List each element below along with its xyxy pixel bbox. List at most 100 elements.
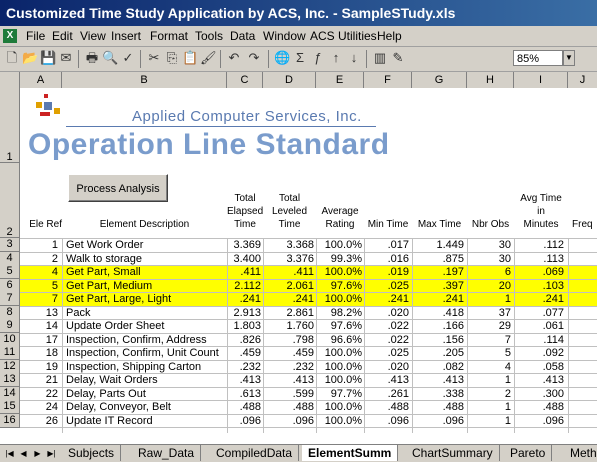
redo-icon[interactable]: ↷	[246, 50, 262, 66]
hyperlink-icon[interactable]: 🌐	[274, 50, 290, 66]
menu-acs-utilities[interactable]: ACS Utilities	[310, 29, 377, 43]
cell-max-time[interactable]: .241	[412, 293, 464, 306]
first-sheet-icon[interactable]: |◀	[4, 448, 15, 459]
chart-wizard-icon[interactable]: ▥	[372, 50, 388, 66]
cell-ele-ref[interactable]: 19	[20, 361, 58, 374]
cell-nbr-obs[interactable]: 2	[467, 388, 511, 401]
cell-total-elapsed[interactable]: .826	[227, 334, 261, 347]
cell-total-leveled[interactable]: .488	[263, 401, 314, 414]
new-icon[interactable]: 🗋	[4, 50, 20, 66]
row-header-5[interactable]: 5	[0, 265, 20, 279]
cell-max-time[interactable]: .082	[412, 361, 464, 374]
cell-description[interactable]: Get Part, Small	[66, 266, 226, 279]
row-header-1[interactable]: 1	[0, 88, 20, 163]
cell-total-elapsed[interactable]: .413	[227, 374, 261, 387]
cell-nbr-obs[interactable]: 4	[467, 361, 511, 374]
table-row[interactable]: 13 Pack 2.913 2.861 98.2% .020.418 37.077	[20, 307, 597, 320]
format-painter-icon[interactable]: 🖌	[200, 50, 217, 66]
cell-ele-ref[interactable]: 21	[20, 374, 58, 387]
cell-total-elapsed[interactable]: 2.112	[227, 280, 261, 293]
cell-nbr-obs[interactable]: 29	[467, 320, 511, 333]
col-header-h[interactable]: H	[467, 72, 514, 88]
cell-average-rating[interactable]: 97.7%	[316, 388, 362, 401]
cell-nbr-obs[interactable]: 20	[467, 280, 511, 293]
table-row[interactable]: 22 Delay, Parts Out .613.599 97.7% .261.338 2…	[20, 388, 597, 401]
sheet-tab-subjects[interactable]: Subjects	[62, 445, 122, 461]
cell-min-time[interactable]: .020	[364, 307, 409, 320]
cell-average-rating[interactable]: 96.6%	[316, 334, 362, 347]
row-header-15[interactable]: 15	[0, 400, 20, 414]
cell-nbr-obs[interactable]: 1	[467, 401, 511, 414]
cell-min-time[interactable]: .025	[364, 280, 409, 293]
cell-ele-ref[interactable]: 2	[20, 253, 58, 266]
row-header-9[interactable]: 9	[0, 319, 20, 333]
function-icon[interactable]: ƒ	[310, 50, 326, 66]
cell-total-leveled[interactable]: .798	[263, 334, 314, 347]
cell-average-rating[interactable]: 97.6%	[316, 320, 362, 333]
cell-ele-ref[interactable]: 5	[20, 280, 58, 293]
cell-ele-ref[interactable]: 4	[20, 266, 58, 279]
sort-descending-icon[interactable]: ↓	[346, 50, 362, 66]
cell-description[interactable]: Delay, Parts Out	[66, 388, 226, 401]
table-row[interactable]: 7 Get Part, Large, Light .241.241 100.0% .24…	[20, 293, 597, 306]
cell-total-leveled[interactable]: .599	[263, 388, 314, 401]
table-row[interactable]: 14 Update Order Sheet 1.803 1.760 97.6% .022.…	[20, 320, 597, 333]
table-row[interactable]: 17 Inspection, Confirm, Address .826.798 96…	[20, 334, 597, 347]
sheet-tab-chartsummary[interactable]: ChartSummary	[406, 445, 500, 461]
cell-total-elapsed[interactable]: .459	[227, 347, 261, 360]
sheet-tab-pareto[interactable]: Pareto	[504, 445, 553, 461]
cell-description[interactable]: Walk to storage	[66, 253, 226, 266]
cell-avg-time[interactable]: .077	[514, 307, 564, 320]
cell-avg-time[interactable]: .096	[514, 415, 564, 428]
sheet-tab-elementsumm[interactable]: ElementSumm	[302, 445, 399, 461]
menu-window[interactable]: Window	[263, 29, 306, 43]
cell-description[interactable]: Delay, Conveyor, Belt	[66, 401, 226, 414]
cell-max-time[interactable]: .875	[412, 253, 464, 266]
cell-average-rating[interactable]: 100.0%	[316, 401, 362, 414]
cell-average-rating[interactable]: 100.0%	[316, 347, 362, 360]
col-header-b[interactable]: B	[62, 72, 227, 88]
worksheet-grid[interactable]: Applied Computer Services, Inc. Operatio…	[20, 88, 597, 433]
cell-total-leveled[interactable]: .232	[263, 361, 314, 374]
cell-nbr-obs[interactable]: 6	[467, 266, 511, 279]
table-row[interactable]: 4 Get Part, Small .411.411 100.0% .019.197 6.…	[20, 266, 597, 279]
cell-avg-time[interactable]: .069	[514, 266, 564, 279]
cell-average-rating[interactable]: 100.0%	[316, 239, 362, 252]
cell-average-rating[interactable]: 100.0%	[316, 374, 362, 387]
menu-insert[interactable]: Insert	[111, 29, 141, 43]
table-row[interactable]: 2 Walk to storage 3.400 3.376 99.3% .016.875 3…	[20, 253, 597, 266]
cell-min-time[interactable]: .022	[364, 320, 409, 333]
table-row[interactable]: 1 Get Work Order 3.369 3.368 100.0% .017 1.449…	[20, 239, 597, 252]
col-header-f[interactable]: F	[364, 72, 412, 88]
cell-description[interactable]: Inspection, Confirm, Address	[66, 334, 226, 347]
menu-help[interactable]: Help	[377, 29, 402, 43]
cell-nbr-obs[interactable]: 5	[467, 347, 511, 360]
cell-min-time[interactable]: .413	[364, 374, 409, 387]
cell-max-time[interactable]: .413	[412, 374, 464, 387]
cell-total-leveled[interactable]: .096	[263, 415, 314, 428]
cell-average-rating[interactable]: 100.0%	[316, 266, 362, 279]
cell-ele-ref[interactable]: 7	[20, 293, 58, 306]
cell-total-elapsed[interactable]: 1.803	[227, 320, 261, 333]
cell-avg-time[interactable]: .300	[514, 388, 564, 401]
excel-icon[interactable]: X	[3, 29, 17, 43]
cell-total-leveled[interactable]: 2.861	[263, 307, 314, 320]
cell-total-leveled[interactable]: 2.061	[263, 280, 314, 293]
cell-min-time[interactable]: .488	[364, 401, 409, 414]
row-header-10[interactable]: 10	[0, 332, 20, 347]
table-row[interactable]: 26 Update IT Record .096.096 100.0% .096.096…	[20, 415, 597, 428]
cell-avg-time[interactable]: .058	[514, 361, 564, 374]
row-header-11[interactable]: 11	[0, 346, 20, 360]
select-all-corner[interactable]	[0, 72, 20, 88]
col-header-a[interactable]: A	[20, 72, 62, 88]
cell-max-time[interactable]: .205	[412, 347, 464, 360]
cell-nbr-obs[interactable]: 7	[467, 334, 511, 347]
cell-total-leveled[interactable]: 3.368	[263, 239, 314, 252]
row-header-8[interactable]: 8	[0, 305, 20, 320]
cell-total-elapsed[interactable]: .096	[227, 415, 261, 428]
cell-nbr-obs[interactable]: 37	[467, 307, 511, 320]
cell-total-leveled[interactable]: .413	[263, 374, 314, 387]
paste-icon[interactable]: 📋	[182, 50, 198, 66]
open-icon[interactable]: 📂	[22, 50, 38, 66]
next-sheet-icon[interactable]: ▶	[32, 448, 43, 459]
